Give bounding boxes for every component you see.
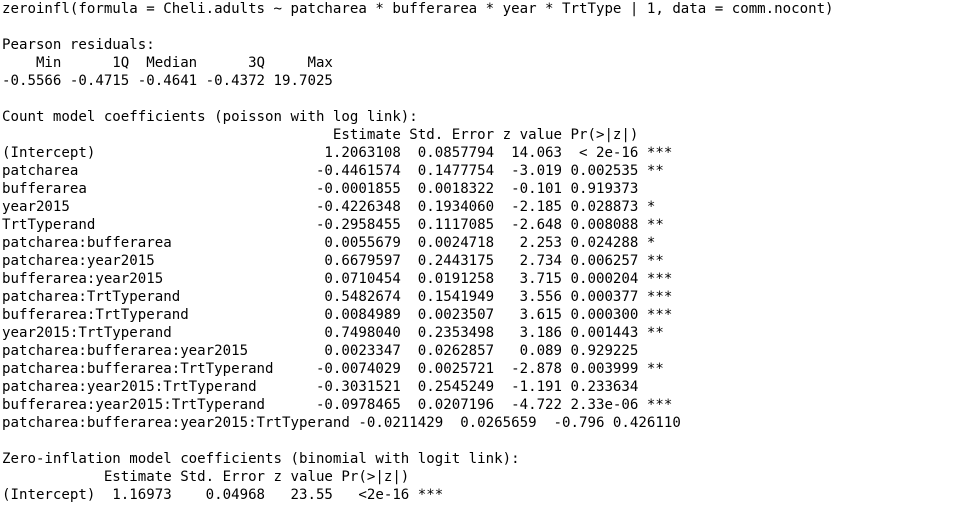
coef-row: year2015 -0.4226348 0.1934060 -2.185 0.0… xyxy=(2,199,673,215)
coef-row: TrtTyperand -0.2958455 0.1117085 -2.648 … xyxy=(2,217,673,233)
console-line-count-heading: Count model coefficients (poisson with l… xyxy=(2,109,418,125)
coef-row: bufferarea:TrtTyperand 0.0084989 0.00235… xyxy=(2,307,673,323)
coef-row: patcharea:bufferarea:year2015 0.0023347 … xyxy=(2,343,673,359)
console-text: zeroinfl(formula = Cheli.adults ~ patcha… xyxy=(2,0,958,504)
coef-row: patcharea:year2015 0.6679597 0.2443175 2… xyxy=(2,253,673,269)
console-line-zero-heading: Zero-inflation model coefficients (binom… xyxy=(2,451,520,467)
coef-row: bufferarea:year2015 0.0710454 0.0191258 … xyxy=(2,271,673,287)
console-line-residuals-values: -0.5566 -0.4715 -0.4641 -0.4372 19.7025 xyxy=(2,73,342,89)
coef-row: patcharea:bufferarea:year2015:TrtTyperan… xyxy=(2,415,715,431)
coef-row: patcharea:year2015:TrtTyperand -0.303152… xyxy=(2,379,673,395)
console-line-zero-header: Estimate Std. Error z value Pr(>|z|) xyxy=(2,469,444,485)
coef-row: patcharea:bufferarea 0.0055679 0.0024718… xyxy=(2,235,673,251)
console-line-blank xyxy=(2,90,958,108)
coef-row: patcharea:bufferarea:TrtTyperand -0.0074… xyxy=(2,361,673,377)
coef-row: (Intercept) 1.2063108 0.0857794 14.063 <… xyxy=(2,145,673,161)
console-line-residuals-header: Min 1Q Median 3Q Max xyxy=(2,55,342,71)
console-line-blank xyxy=(2,18,958,36)
coef-row: patcharea -0.4461574 0.1477754 -3.019 0.… xyxy=(2,163,673,179)
console-line-call: zeroinfl(formula = Cheli.adults ~ patcha… xyxy=(2,1,834,17)
coef-row: year2015:TrtTyperand 0.7498040 0.2353498… xyxy=(2,325,673,341)
console-line-residuals-heading: Pearson residuals: xyxy=(2,37,155,53)
r-console-output: zeroinfl(formula = Cheli.adults ~ patcha… xyxy=(2,0,958,509)
console-line-count-header: Estimate Std. Error z value Pr(>|z|) xyxy=(2,127,673,143)
coef-row: patcharea:TrtTyperand 0.5482674 0.154194… xyxy=(2,289,673,305)
coef-row: bufferarea -0.0001855 0.0018322 -0.101 0… xyxy=(2,181,673,197)
console-line-blank xyxy=(2,432,958,450)
zero-coef-row: (Intercept) 1.16973 0.04968 23.55 <2e-16… xyxy=(2,487,444,503)
coef-row: bufferarea:year2015:TrtTyperand -0.09784… xyxy=(2,397,673,413)
